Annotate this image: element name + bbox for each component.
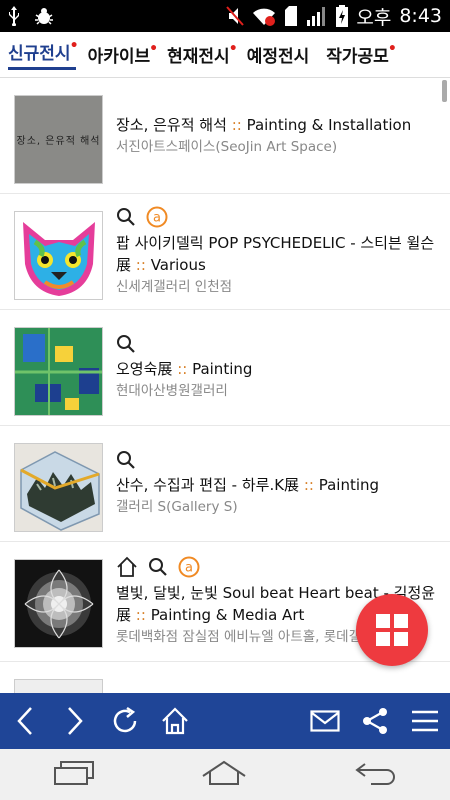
chevron-right-icon [68,707,83,735]
svg-text:a: a [153,210,161,225]
svg-text:a: a [185,560,193,575]
thumbnail-image[interactable] [14,559,103,648]
home-icon [162,707,188,735]
refresh-icon [113,706,137,733]
list-item[interactable]: 오영숙展 :: Painting 현대아산병원갤러리 [0,310,450,426]
list-item[interactable]: a 팝 사이키델릭 POP PSYCHEDELIC - 스티븐 윌슨展 :: V… [0,194,450,310]
thumbnail-image[interactable]: 장소, 은유적 해석 [14,95,103,184]
system-nav-bar [0,749,450,800]
share-icon [363,708,387,734]
share-button[interactable] [350,693,400,749]
thumbnail-image[interactable] [14,679,103,693]
status-bar: 오후 8:43 [0,0,450,32]
wifi-icon [253,8,276,26]
search-icon[interactable] [116,334,136,354]
forward-button[interactable] [50,693,100,749]
exhibition-title: 팝 사이키델릭 POP PSYCHEDELIC - 스티븐 윌슨展 :: Var… [116,233,435,274]
usb-icon [9,6,19,26]
exhibition-title: 산수, 수집과 편집 - 하루.K展 :: Painting [116,475,380,494]
new-dot: • [69,38,79,54]
thumbnail-image[interactable] [14,443,103,532]
chevron-left-icon [17,707,32,735]
new-dot: • [228,41,238,57]
status-time: 8:43 [399,5,442,27]
new-dot: • [387,41,397,57]
tab-artist-call[interactable]: 작가공모 • [326,41,397,67]
home-icon[interactable] [116,556,138,578]
thumbnail-image[interactable] [14,327,103,416]
mail-icon [310,710,340,732]
exhibition-venue: 현대아산병원갤러리 [116,382,228,399]
menu-button[interactable] [400,693,450,749]
recent-apps-button[interactable] [53,760,95,790]
at-icon[interactable]: a [178,556,200,578]
grid-menu-button[interactable] [356,594,428,666]
home-nav-button[interactable] [201,760,247,790]
mute-icon [226,6,245,26]
exhibition-title: 오영숙展 :: Painting [116,359,253,378]
tab-archive[interactable]: 아카이브 • [88,41,159,67]
back-nav-button[interactable] [353,760,397,790]
sim-icon [285,6,298,26]
tab-new-exhibitions[interactable]: 신규전시 • [8,38,79,70]
search-icon[interactable] [116,450,136,470]
thumbnail-image[interactable] [14,211,103,300]
bug-icon [35,8,53,25]
tab-upcoming-exhibitions[interactable]: 예정전시 [247,42,315,67]
category-tabs: 신규전시 • 아카이브 • 현재전시 • 예정전시 작가공모 • [0,32,450,78]
exhibition-venue: 신세계갤러리 인천점 [116,278,233,295]
tab-current-exhibitions[interactable]: 현재전시 • [167,41,238,67]
exhibition-venue: 서진아트스페이스(SeoJin Art Space) [116,138,338,155]
exhibition-title: 장소, 은유적 해석 :: Painting & Installation [116,115,412,134]
signal-icon [307,7,326,26]
mail-button[interactable] [300,693,350,749]
list-item[interactable]: 장소, 은유적 해석 장소, 은유적 해석 :: Painting & Inst… [0,78,450,194]
recent-apps-icon [54,760,94,785]
scrollbar[interactable] [442,80,447,102]
home-outline-icon [202,760,246,785]
hamburger-icon [412,710,438,732]
search-icon[interactable] [116,207,136,227]
grid-icon [376,614,408,646]
status-ampm: 오후 [356,6,392,29]
bottom-toolbar [0,693,450,749]
search-icon[interactable] [148,557,168,577]
battery-icon [336,5,349,27]
refresh-button[interactable] [100,693,150,749]
new-dot: • [149,41,159,57]
back-arrow-icon [355,762,395,785]
back-button[interactable] [0,693,50,749]
exhibition-venue: 갤러리 S(Gallery S) [116,498,238,515]
home-button[interactable] [150,693,200,749]
at-icon[interactable]: a [146,206,168,228]
list-item[interactable] [0,662,450,693]
list-item[interactable]: 산수, 수집과 편집 - 하루.K展 :: Painting 갤러리 S(Gal… [0,426,450,542]
